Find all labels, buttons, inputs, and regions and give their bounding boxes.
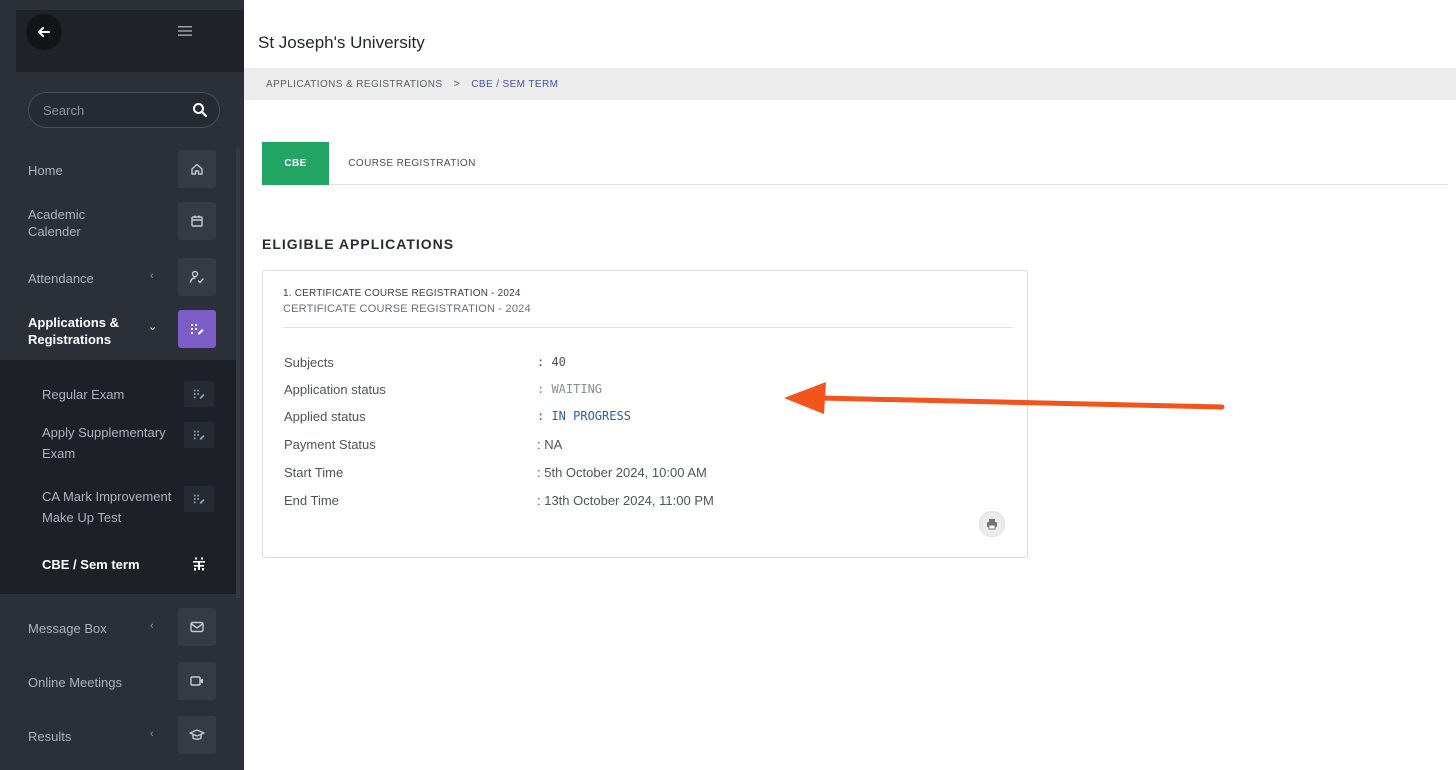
- sidebar-item-label: Attendance: [28, 271, 94, 286]
- card-divider: [283, 327, 1013, 328]
- submenu-item-label: Apply Supplementary Exam: [42, 425, 166, 461]
- row-value-end-time: : 13th October 2024, 11:00 PM: [537, 493, 714, 508]
- sidebar-item-attendance[interactable]: Attendance ‹: [0, 258, 236, 296]
- sidebar-item-message-box[interactable]: Message Box ‹: [0, 608, 236, 646]
- sidebar-item-results[interactable]: Results ‹: [0, 716, 236, 754]
- search-input[interactable]: [29, 93, 179, 127]
- hamburger-icon: [178, 26, 192, 36]
- video-icon: [178, 662, 216, 700]
- tab-course-registration[interactable]: COURSE REGISTRATION: [332, 142, 492, 185]
- breadcrumb-item-current: CBE / SEM TERM: [471, 78, 559, 90]
- search-icon[interactable]: [191, 101, 209, 119]
- sidebar-scrollbar[interactable]: [236, 148, 240, 598]
- row-value-payment-status: : NA: [537, 437, 563, 452]
- arrow-left-icon: [38, 27, 50, 37]
- card-subheading: CERTIFICATE COURSE REGISTRATION - 2024: [283, 303, 531, 315]
- graduation-cap-icon: [178, 716, 216, 754]
- sidebar-item-label: Results: [28, 729, 72, 744]
- submenu-item-label: CA Mark Improvement Make Up Test: [42, 489, 172, 525]
- row-label-end-time: End Time: [284, 493, 339, 508]
- sidebar-item-home[interactable]: Home: [0, 150, 236, 188]
- row-label-applied-status: Applied status: [284, 409, 366, 424]
- submenu-item-label: CBE / Sem term: [42, 557, 140, 572]
- card-heading: 1. CERTIFICATE COURSE REGISTRATION - 202…: [283, 288, 521, 299]
- back-button[interactable]: [26, 14, 62, 50]
- sidebar: Home Academic Calender Attendance ‹ Appl…: [0, 0, 244, 770]
- org-chart-icon: [184, 551, 214, 577]
- submenu-item-label: Regular Exam: [42, 387, 125, 402]
- top-bar: St Joseph's University: [244, 0, 1456, 68]
- tab-bar: CBE COURSE REGISTRATION: [262, 142, 1448, 185]
- submenu-item-cbe-sem-term[interactable]: CBE / Sem term: [0, 550, 236, 580]
- annotation-arrow: [784, 382, 1225, 414]
- row-value-applied-status: : IN PROGRESS: [537, 409, 631, 423]
- registration-icon: [178, 310, 216, 348]
- applications-submenu: Regular Exam Apply Supplementary Exam CA…: [0, 360, 236, 594]
- sidebar-item-academic-calender[interactable]: Academic Calender: [0, 200, 236, 244]
- submenu-item-regular-exam[interactable]: Regular Exam: [0, 380, 236, 410]
- hamburger-menu-button[interactable]: [170, 16, 200, 46]
- breadcrumb: APPLICATIONS & REGISTRATIONS > CBE / SEM…: [244, 68, 1456, 100]
- sidebar-item-label: Home: [28, 163, 63, 178]
- chevron-left-icon: ‹: [150, 270, 154, 282]
- user-check-icon: [178, 258, 216, 296]
- printer-icon: [987, 519, 997, 530]
- sidebar-item-applications-registrations[interactable]: Applications & Registrations ⌄: [0, 308, 236, 352]
- chevron-down-icon: ⌄: [148, 321, 158, 333]
- row-label-subjects: Subjects: [284, 355, 334, 370]
- sidebar-item-label: Message Box: [28, 621, 107, 636]
- row-value-subjects: : 40: [537, 355, 566, 369]
- row-value-start-time: : 5th October 2024, 10:00 AM: [537, 465, 707, 480]
- sidebar-item-label: Online Meetings: [28, 675, 122, 690]
- registration-icon: [184, 381, 214, 407]
- breadcrumb-item-root[interactable]: APPLICATIONS & REGISTRATIONS: [266, 79, 442, 90]
- chevron-left-icon: ‹: [150, 620, 154, 632]
- row-label-application-status: Application status: [284, 382, 386, 397]
- breadcrumb-separator: >: [453, 78, 461, 90]
- calendar-icon: [178, 202, 216, 240]
- submenu-item-apply-supplementary-exam[interactable]: Apply Supplementary Exam: [0, 422, 236, 466]
- submenu-item-ca-mark-improvement[interactable]: CA Mark Improvement Make Up Test: [0, 486, 236, 530]
- sidebar-item-label: Applications & Registrations: [28, 315, 120, 347]
- home-icon: [178, 150, 216, 188]
- section-title: ELIGIBLE APPLICATIONS: [262, 236, 455, 252]
- sidebar-item-label: Academic Calender: [28, 207, 86, 239]
- search-box: [28, 92, 220, 128]
- print-button[interactable]: [979, 511, 1005, 537]
- sidebar-item-online-meetings[interactable]: Online Meetings: [0, 662, 236, 700]
- registration-icon: [184, 486, 214, 512]
- row-value-application-status: : WAITING: [537, 382, 603, 396]
- tab-cbe[interactable]: CBE: [262, 142, 329, 185]
- row-label-payment-status: Payment Status: [284, 437, 376, 452]
- registration-icon: [184, 422, 214, 448]
- mail-icon: [178, 608, 216, 646]
- page-title: St Joseph's University: [258, 33, 425, 52]
- chevron-left-icon: ‹: [150, 728, 154, 740]
- row-label-start-time: Start Time: [284, 465, 344, 480]
